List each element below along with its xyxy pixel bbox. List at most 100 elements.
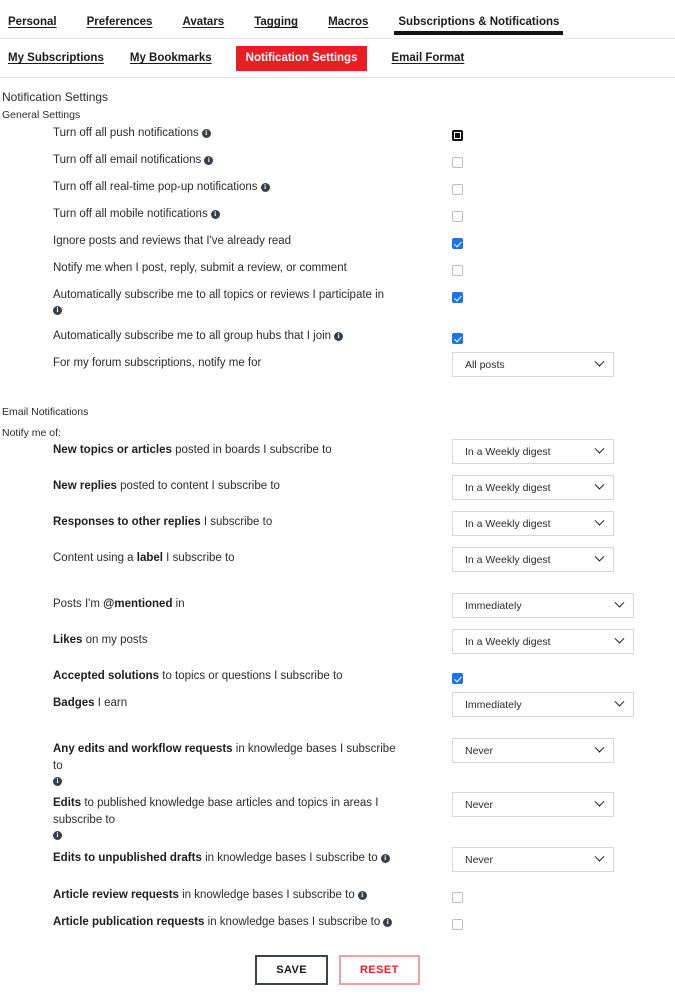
setting-row: Badges I earn Immediately — [0, 692, 675, 741]
setting-label-prefix: Content using a — [53, 552, 137, 564]
setting-select[interactable]: In a Weekly digest — [452, 511, 614, 536]
setting-select[interactable]: In a Weekly digest — [452, 439, 614, 464]
setting-label: Turn off all push notifications i — [0, 125, 400, 142]
info-icon[interactable]: i — [53, 831, 62, 840]
info-icon[interactable]: i — [383, 918, 393, 927]
setting-control: Never — [452, 738, 614, 763]
setting-checkbox[interactable] — [452, 919, 463, 930]
info-icon[interactable]: i — [201, 129, 211, 138]
nav-item-preferences[interactable]: Preferences — [87, 16, 153, 38]
setting-select-value: In a Weekly digest — [465, 481, 551, 494]
form-actions: SAVE RESET — [0, 955, 675, 985]
chevron-down-icon — [594, 742, 605, 753]
email-notifications-header: Email Notifications — [2, 406, 89, 418]
setting-select[interactable]: All posts — [452, 352, 614, 377]
info-icon[interactable]: i — [334, 332, 344, 341]
reset-button[interactable]: RESET — [339, 955, 420, 985]
setting-label-text: Automatically subscribe me to all group … — [53, 330, 332, 342]
chevron-down-icon — [594, 796, 605, 807]
info-icon[interactable]: i — [210, 210, 220, 219]
setting-checkbox[interactable] — [452, 211, 463, 222]
setting-select[interactable]: Never — [452, 738, 614, 763]
nav-item-tagging[interactable]: Tagging — [254, 16, 298, 38]
setting-select-value: In a Weekly digest — [465, 445, 551, 458]
setting-select-value: All posts — [465, 358, 505, 371]
chevron-down-icon — [594, 551, 605, 562]
setting-row: Turn off all email notifications i — [0, 152, 675, 179]
setting-select-value: Never — [465, 853, 494, 866]
setting-label: Ignore posts and reviews that I've alrea… — [0, 233, 400, 250]
setting-label-text: Notify me when I post, reply, submit a r… — [53, 262, 347, 274]
setting-row: Automatically subscribe me to all group … — [0, 328, 675, 355]
setting-label: Automatically subscribe me to all group … — [0, 328, 400, 345]
setting-checkbox[interactable] — [452, 184, 463, 195]
save-button[interactable]: SAVE — [255, 955, 329, 985]
setting-control — [452, 890, 463, 908]
setting-row: Article review requests in knowledge bas… — [0, 887, 675, 914]
setting-select-value: In a Weekly digest — [465, 553, 551, 566]
setting-label-emphasis: Article review requests — [53, 889, 179, 901]
setting-checkbox[interactable] — [452, 673, 463, 684]
setting-row: Posts I'm @mentioned in Immediately — [0, 593, 675, 632]
setting-label-rest: I subscribe to — [162, 552, 235, 564]
tab-my-subscriptions[interactable]: My Subscriptions — [8, 52, 104, 64]
setting-control — [452, 182, 463, 200]
nav-item-avatars[interactable]: Avatars — [182, 16, 224, 38]
setting-select[interactable]: Immediately — [452, 692, 634, 717]
email-settings-rows: New topics or articles posted in boards … — [0, 439, 675, 941]
setting-checkbox[interactable] — [452, 892, 463, 903]
setting-select[interactable]: In a Weekly digest — [452, 629, 634, 654]
setting-control — [452, 263, 463, 281]
info-icon[interactable]: i — [204, 156, 214, 165]
setting-control: Immediately — [452, 692, 634, 717]
chevron-down-icon — [594, 851, 605, 862]
setting-label-emphasis: Responses to other replies — [53, 516, 201, 528]
tab-my-bookmarks[interactable]: My Bookmarks — [130, 52, 212, 64]
setting-checkbox[interactable] — [452, 238, 463, 249]
setting-label-emphasis: Article publication requests — [53, 916, 205, 928]
setting-row: Any edits and workflow requests in knowl… — [0, 738, 675, 795]
setting-control: All posts — [452, 352, 614, 377]
setting-row: Turn off all real-time pop-up notificati… — [0, 179, 675, 206]
setting-checkbox[interactable] — [452, 157, 463, 168]
nav-item-subscriptions-notifications[interactable]: Subscriptions & Notifications — [394, 16, 564, 38]
setting-label-rest: in knowledge bases I subscribe to — [178, 889, 355, 901]
setting-row: New replies posted to content I subscrib… — [0, 475, 675, 514]
primary-nav: Personal Preferences Avatars Tagging Macros S… — [0, 0, 675, 38]
info-icon[interactable]: i — [357, 891, 367, 900]
setting-select[interactable]: Never — [452, 847, 614, 872]
setting-control — [452, 236, 463, 254]
setting-select[interactable]: In a Weekly digest — [452, 475, 614, 500]
nav-item-macros[interactable]: Macros — [328, 16, 368, 38]
setting-select[interactable]: Never — [452, 792, 614, 817]
chevron-down-icon — [614, 696, 625, 707]
chevron-down-icon — [594, 443, 605, 454]
setting-control — [452, 671, 463, 689]
setting-select-value: Immediately — [465, 698, 522, 711]
info-icon[interactable]: i — [53, 306, 62, 315]
setting-label: Automatically subscribe me to all topics… — [0, 287, 400, 315]
setting-row: Edits to published knowledge base articl… — [0, 792, 675, 850]
info-icon[interactable]: i — [53, 777, 62, 786]
setting-label: Likes on my posts — [0, 632, 400, 649]
info-icon[interactable]: i — [380, 854, 390, 863]
setting-label-rest: posted to content I subscribe to — [116, 480, 280, 492]
nav-item-personal[interactable]: Personal — [8, 16, 57, 38]
info-icon[interactable]: i — [260, 183, 270, 192]
setting-label: Notify me when I post, reply, submit a r… — [0, 260, 400, 277]
setting-control: In a Weekly digest — [452, 547, 614, 572]
setting-label: Turn off all mobile notifications i — [0, 206, 400, 223]
setting-select[interactable]: Immediately — [452, 593, 634, 618]
setting-label-rest: I subscribe to — [200, 516, 273, 528]
setting-checkbox[interactable] — [452, 130, 463, 141]
setting-select[interactable]: In a Weekly digest — [452, 547, 614, 572]
tab-notification-settings[interactable]: Notification Settings — [235, 45, 368, 71]
setting-row: Ignore posts and reviews that I've alrea… — [0, 233, 675, 260]
setting-checkbox[interactable] — [452, 333, 463, 344]
tab-email-format[interactable]: Email Format — [391, 52, 464, 64]
setting-checkbox[interactable] — [452, 292, 463, 303]
setting-control — [452, 128, 463, 146]
setting-checkbox[interactable] — [452, 265, 463, 276]
setting-label-text: Turn off all email notifications — [53, 154, 202, 166]
setting-label: Responses to other replies I subscribe t… — [0, 514, 400, 531]
